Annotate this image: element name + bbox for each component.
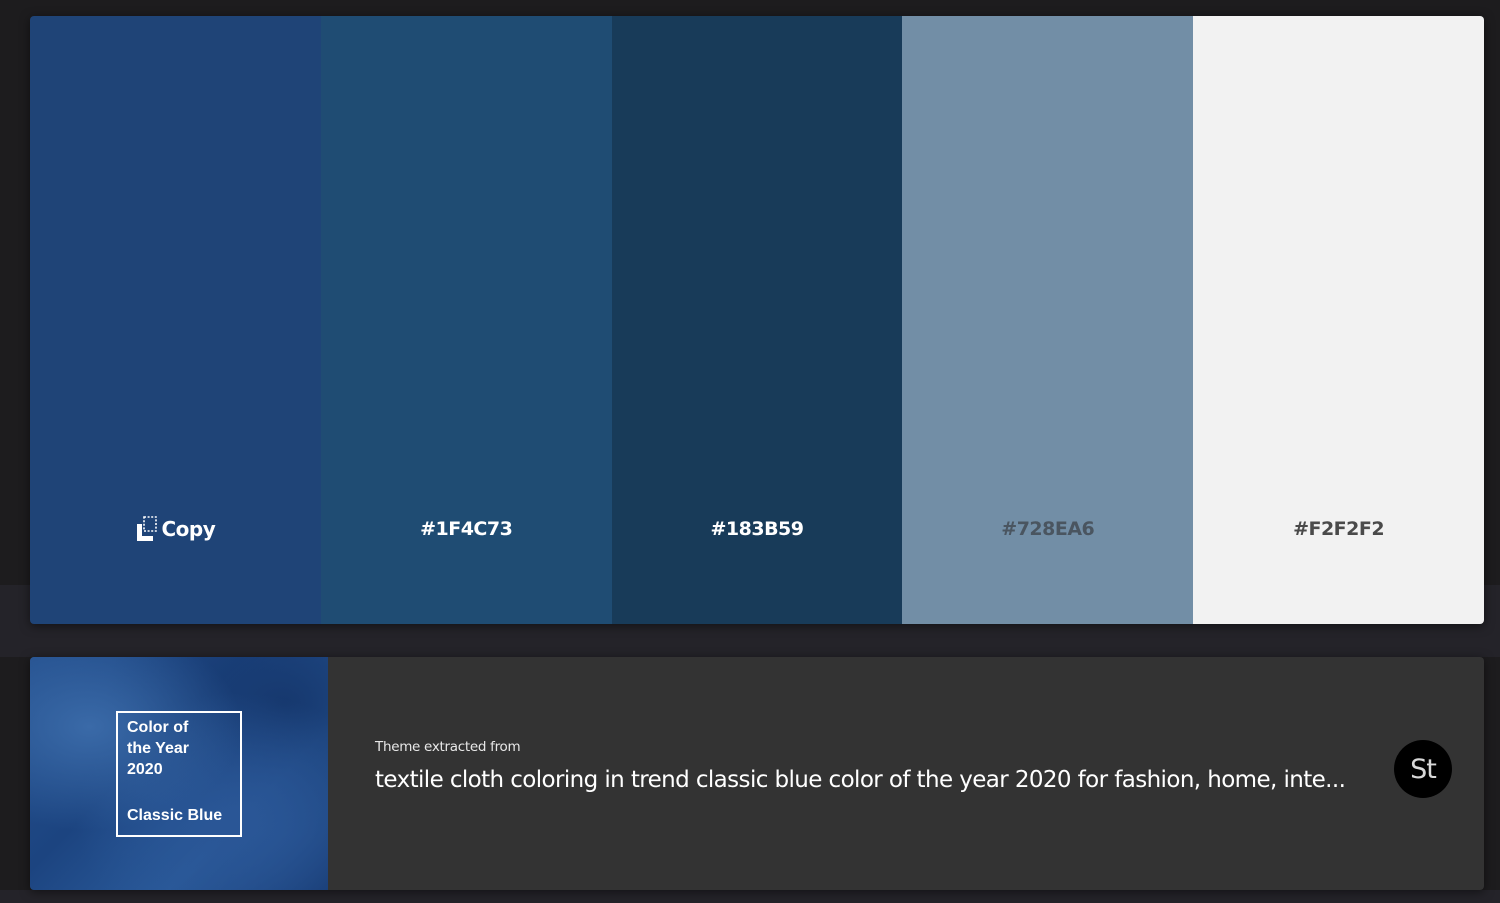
source-image-bar: Color of the Year 2020 Classic Blue Them… <box>30 657 1484 890</box>
swatch-5[interactable]: #F2F2F2 <box>1193 16 1484 624</box>
stock-badge-label: St <box>1410 753 1437 785</box>
source-caption: Theme extracted from <box>375 739 521 755</box>
pantone-card: Color of the Year 2020 Classic Blue <box>116 711 242 837</box>
adobe-stock-icon[interactable]: St <box>1394 740 1452 798</box>
swatch-3[interactable]: #183B59 <box>611 16 903 624</box>
color-palette: Copy #1F4C73 #183B59 #728EA6 #F2F2F2 <box>30 16 1484 624</box>
swatch-hex-label: #183B59 <box>710 518 804 540</box>
copy-button[interactable]: Copy <box>30 516 321 542</box>
swatch-2[interactable]: #1F4C73 <box>320 16 612 624</box>
swatch-hex-label: #1F4C73 <box>420 518 513 540</box>
pantone-line: the Year <box>127 740 189 757</box>
copy-label: Copy <box>161 517 216 541</box>
source-thumbnail[interactable]: Color of the Year 2020 Classic Blue <box>30 657 328 890</box>
copy-icon <box>136 516 157 541</box>
pantone-line: Color of <box>127 719 189 736</box>
swatch-1[interactable]: Copy <box>30 16 321 624</box>
backdrop-panel <box>0 890 1500 903</box>
swatch-4[interactable]: #728EA6 <box>902 16 1194 624</box>
pantone-color-name: Classic Blue <box>127 807 223 824</box>
source-title-link[interactable]: textile cloth coloring in trend classic … <box>375 767 1360 793</box>
swatch-hex-label: #728EA6 <box>1001 518 1095 540</box>
swatch-hex-label: #F2F2F2 <box>1293 518 1385 540</box>
pantone-card-title: Color of the Year 2020 <box>127 717 237 780</box>
pantone-line: 2020 <box>127 761 163 778</box>
